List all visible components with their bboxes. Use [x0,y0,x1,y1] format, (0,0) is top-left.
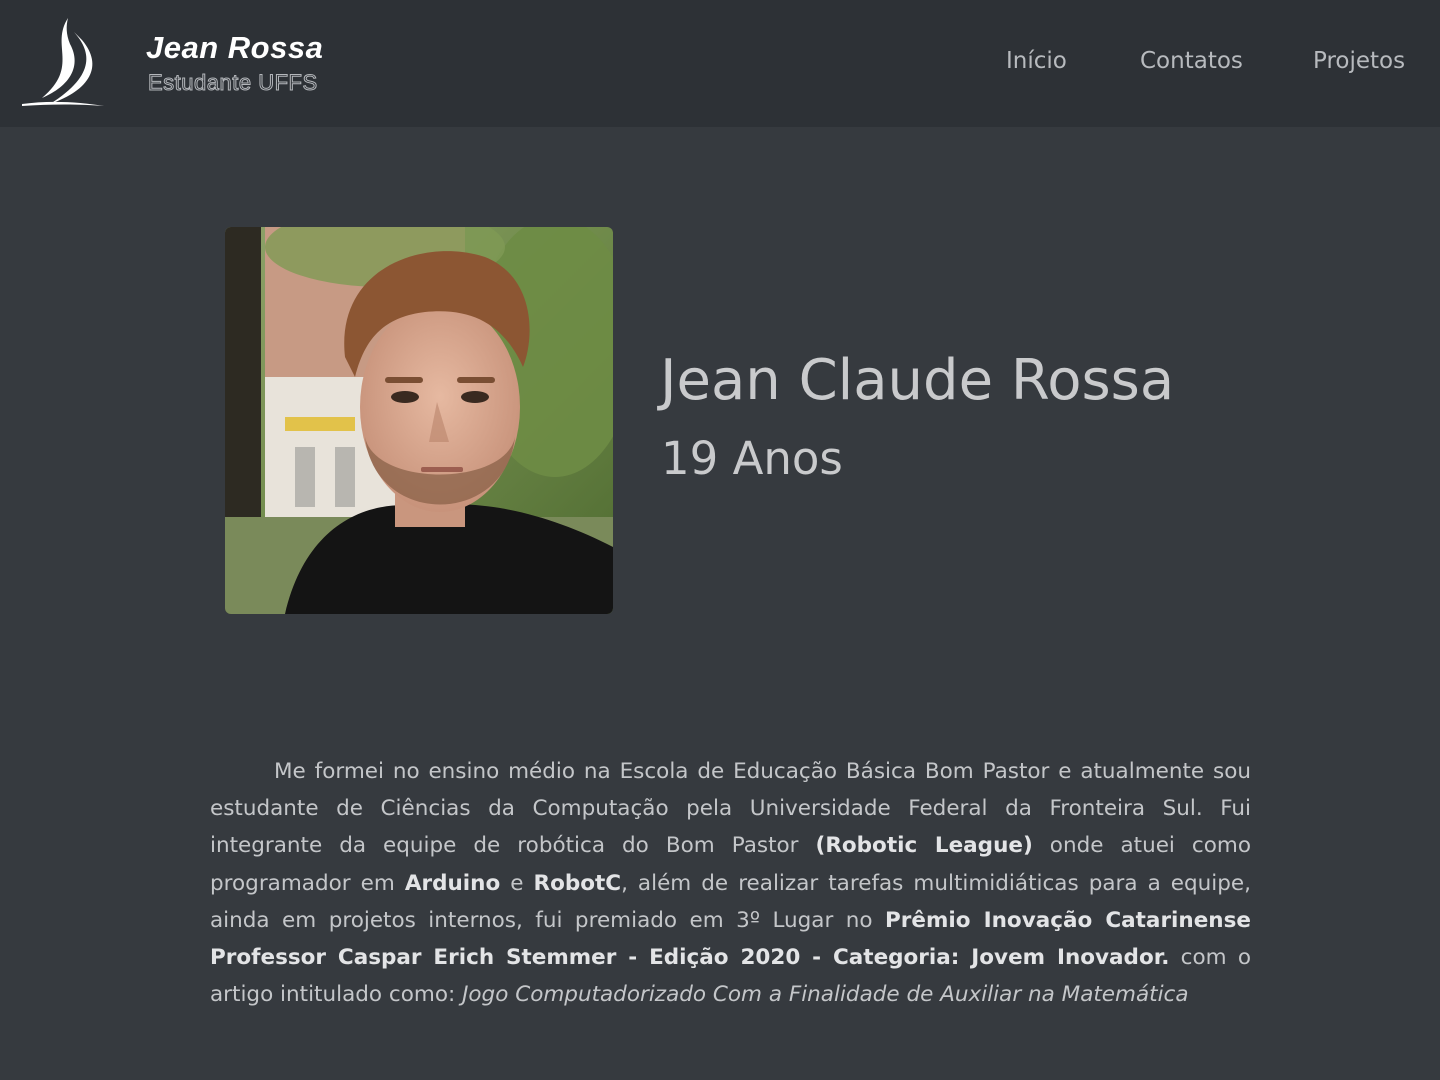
nav-link-contatos[interactable]: Contatos [1140,48,1243,74]
uffs-sail-logo-icon [22,18,104,106]
profile-photo-image [225,227,613,614]
profile-age: 19 Anos [661,432,843,485]
logo-link[interactable] [20,16,106,108]
brand-subtitle: Estudante UFFS [148,70,318,96]
profile-photo [225,227,613,614]
bio-highlight-robotic-league: (Robotic League) [815,833,1033,859]
bio-text: e [500,870,534,896]
profile-name: Jean Claude Rossa [660,348,1175,413]
bio-highlight-arduino: Arduino [404,870,501,896]
bio-paragraph: Me formei no ensino médio na Escola de E… [210,753,1251,1013]
nav-link-projetos[interactable]: Projetos [1313,48,1405,74]
nav-link-inicio[interactable]: Início [1006,48,1067,74]
brand-name: Jean Rossa [146,30,324,65]
bio-article-title: Jogo Computadorizado Com a Finalidade de… [462,982,1189,1008]
bio-highlight-robotc: RobotC [533,870,622,896]
navbar: Jean Rossa Estudante UFFS Início Contato… [0,0,1440,127]
